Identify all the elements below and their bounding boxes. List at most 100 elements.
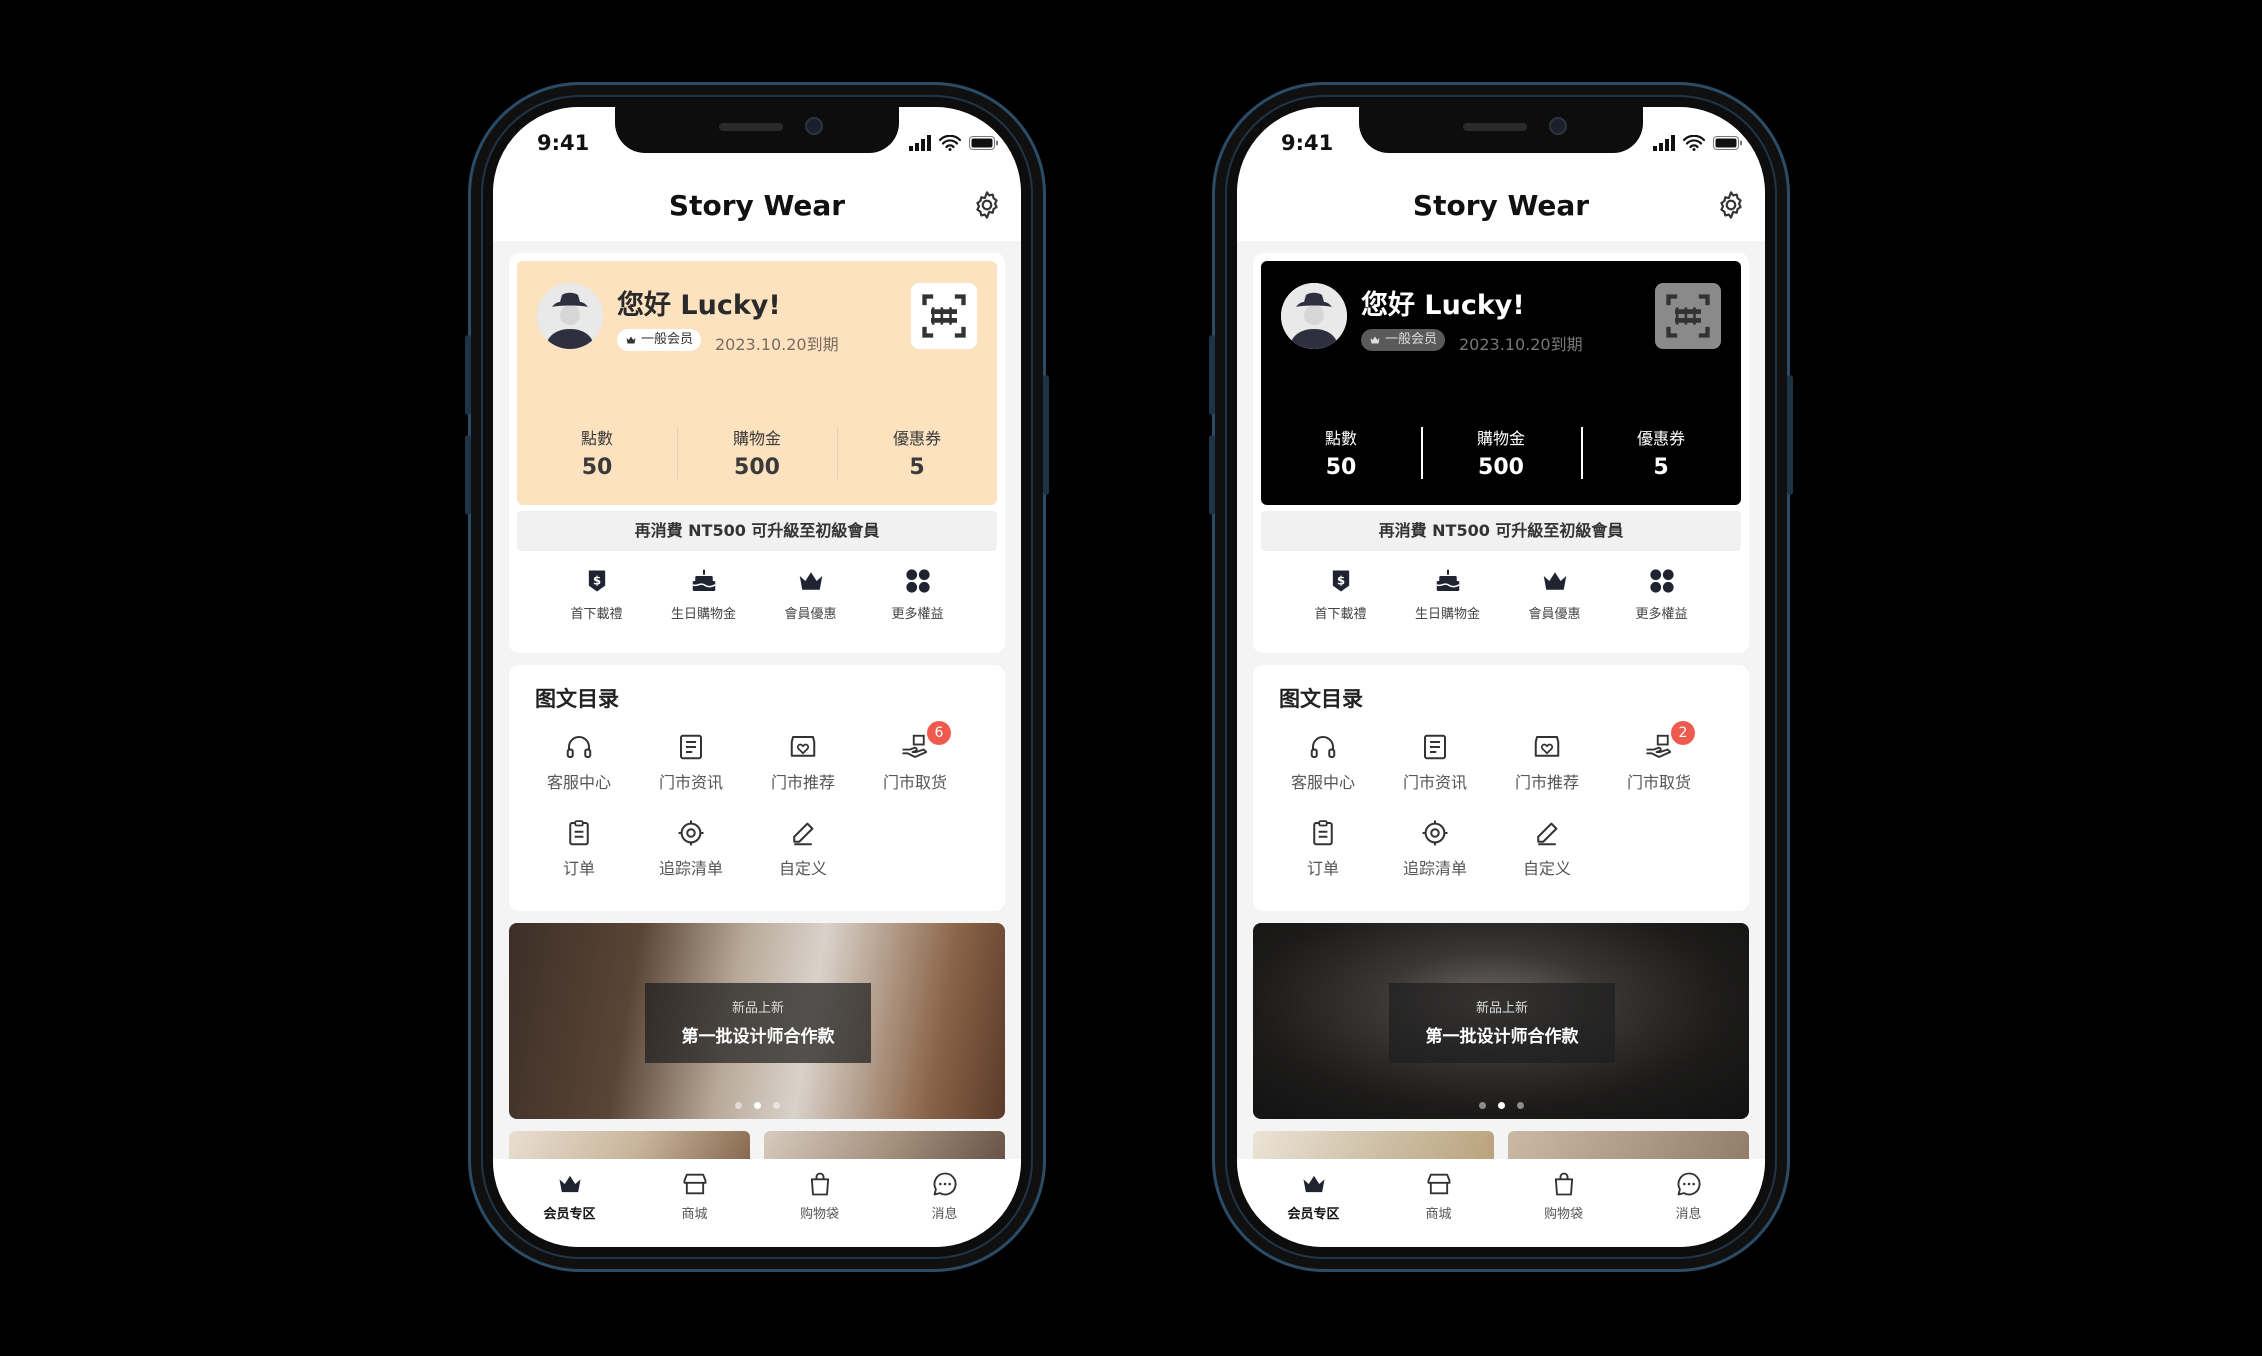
perk-birthday-credit[interactable]: 生日購物金: [659, 563, 749, 643]
promo-banner[interactable]: 新品上新 第一批设计师合作款: [1253, 923, 1749, 1119]
carousel-dot-active[interactable]: [753, 1102, 761, 1109]
catalog-label: 自定义: [778, 859, 827, 878]
expiry-date: 2023.10.20到期: [1459, 335, 1583, 354]
banner-caption: 新品上新 第一批设计师合作款: [645, 983, 871, 1063]
stat-label: 購物金: [732, 429, 781, 448]
catalog-label: 门市资讯: [1402, 773, 1467, 792]
tab-label: 消息: [931, 1207, 958, 1222]
shopping-bag-icon: [806, 1170, 834, 1198]
tab-label: 会员专区: [1287, 1207, 1340, 1222]
hand-package-icon: [900, 732, 930, 762]
catalog-item-store-info[interactable]: 门市资讯: [1379, 729, 1491, 815]
carousel-dot[interactable]: [734, 1102, 742, 1109]
catalog-item-store-recommend[interactable]: 门市推荐: [1491, 729, 1603, 815]
tab-messages[interactable]: 消息: [882, 1159, 1007, 1247]
crown-icon: [556, 1170, 584, 1198]
upgrade-notice[interactable]: 再消費 NT500 可升級至初級會員: [1261, 511, 1741, 551]
perk-first-download-gift[interactable]: 首下載禮: [552, 563, 642, 643]
avatar[interactable]: [1281, 283, 1347, 349]
member-section: 您好 Lucky! 一般会员 2023.10.20到期 點數 50 購物金 50…: [509, 253, 1005, 653]
perk-more-benefits[interactable]: 更多權益: [873, 563, 963, 643]
tab-shopping-bag[interactable]: 购物袋: [1501, 1159, 1626, 1247]
birthday-cake-icon: [689, 566, 719, 596]
crown-small-icon: [626, 336, 636, 344]
member-card[interactable]: 您好 Lucky! 一般会员 2023.10.20到期 點數 50 購物金 50…: [1261, 261, 1741, 505]
tab-member-zone[interactable]: 会员专区: [1251, 1159, 1376, 1247]
stat-coupons[interactable]: 優惠券 5: [837, 425, 997, 485]
tier-badge: 一般会员: [617, 329, 702, 351]
stat-label: 點數: [580, 429, 613, 448]
catalog-item-store-recommend[interactable]: 门市推荐: [747, 729, 859, 815]
member-qr-button[interactable]: [1655, 283, 1721, 349]
crown-icon: [1300, 1170, 1328, 1198]
tab-shop[interactable]: 商城: [1376, 1159, 1501, 1247]
catalog-label: 门市取货: [882, 773, 947, 792]
catalog-item-orders[interactable]: 订单: [523, 815, 635, 901]
perk-label: 生日購物金: [1414, 607, 1480, 622]
tab-label: 商城: [681, 1207, 708, 1222]
tab-shop[interactable]: 商城: [632, 1159, 757, 1247]
perk-member-offers[interactable]: 會員優惠: [766, 563, 856, 643]
stat-points[interactable]: 點數 50: [517, 425, 677, 485]
phone-screen: 9:41 Story Wear 您好 Lucky! 一般会员 2023.10.2…: [1237, 107, 1765, 1247]
notch: [615, 107, 899, 153]
stat-value: 500: [1478, 455, 1524, 480]
catalog-item-customer-service[interactable]: 客服中心: [1267, 729, 1379, 815]
barcode-scan-icon: [1662, 290, 1714, 342]
notification-badge: 6: [927, 721, 951, 745]
catalog-item-store-info[interactable]: 门市资讯: [635, 729, 747, 815]
settings-gear-icon[interactable]: [971, 189, 1003, 221]
perk-member-offers[interactable]: 會員優惠: [1510, 563, 1600, 643]
tier-label: 一般会员: [641, 332, 694, 347]
catalog-item-customize[interactable]: 自定义: [747, 815, 859, 901]
perk-more-benefits[interactable]: 更多權益: [1617, 563, 1707, 643]
banner-title: 第一批设计师合作款: [681, 1027, 835, 1047]
catalog-item-store-pickup[interactable]: 门市取货 6: [859, 721, 971, 815]
stat-shopping-credit[interactable]: 購物金 500: [1421, 425, 1581, 485]
tab-label: 消息: [1675, 1207, 1702, 1222]
hand-package-icon: [1644, 732, 1674, 762]
stat-points[interactable]: 點數 50: [1261, 425, 1421, 485]
crown-icon: [1540, 566, 1570, 596]
shop-icon: [681, 1170, 709, 1198]
carousel-dot-active[interactable]: [1497, 1102, 1505, 1109]
avatar[interactable]: [537, 283, 603, 349]
signal-icon: [909, 135, 931, 151]
tab-messages[interactable]: 消息: [1626, 1159, 1751, 1247]
store-heart-icon: [788, 732, 818, 762]
perk-birthday-credit[interactable]: 生日購物金: [1403, 563, 1493, 643]
perk-first-download-gift[interactable]: 首下載禮: [1296, 563, 1386, 643]
stat-shopping-credit[interactable]: 購物金 500: [677, 425, 837, 485]
member-card[interactable]: 您好 Lucky! 一般会员 2023.10.20到期 點數 50 購物金 50…: [517, 261, 997, 505]
shop-icon: [1425, 1170, 1453, 1198]
perk-label: 更多權益: [1635, 607, 1688, 622]
stat-coupons[interactable]: 優惠券 5: [1581, 425, 1741, 485]
tab-shopping-bag[interactable]: 购物袋: [757, 1159, 882, 1247]
headset-icon: [1308, 732, 1338, 762]
target-icon: [676, 818, 706, 848]
catalog-item-customer-service[interactable]: 客服中心: [523, 729, 635, 815]
catalog-item-customize[interactable]: 自定义: [1491, 815, 1603, 901]
tab-member-zone[interactable]: 会员专区: [507, 1159, 632, 1247]
catalog-label: 自定义: [1522, 859, 1571, 878]
upgrade-notice[interactable]: 再消費 NT500 可升級至初級會員: [517, 511, 997, 551]
crown-small-icon: [1370, 336, 1380, 344]
carousel-dot[interactable]: [772, 1102, 780, 1109]
carousel-dot[interactable]: [1516, 1102, 1524, 1109]
header: Story Wear: [493, 171, 1021, 241]
carousel-dot[interactable]: [1478, 1102, 1486, 1109]
birthday-cake-icon: [1433, 566, 1463, 596]
perk-label: 首下載禮: [570, 607, 623, 622]
catalog-item-tracking-list[interactable]: 追踪清单: [1379, 815, 1491, 901]
catalog-item-store-pickup[interactable]: 门市取货 2: [1603, 721, 1715, 815]
member-qr-button[interactable]: [911, 283, 977, 349]
carousel-dots[interactable]: [1253, 1102, 1749, 1109]
promo-banner[interactable]: 新品上新 第一批设计师合作款: [509, 923, 1005, 1119]
carousel-dots[interactable]: [509, 1102, 1005, 1109]
chat-bubble-icon: [931, 1170, 959, 1198]
settings-gear-icon[interactable]: [1715, 189, 1747, 221]
catalog-label: 订单: [562, 859, 595, 878]
catalog-item-orders[interactable]: 订单: [1267, 815, 1379, 901]
store-heart-icon: [1532, 732, 1562, 762]
catalog-item-tracking-list[interactable]: 追踪清单: [635, 815, 747, 901]
